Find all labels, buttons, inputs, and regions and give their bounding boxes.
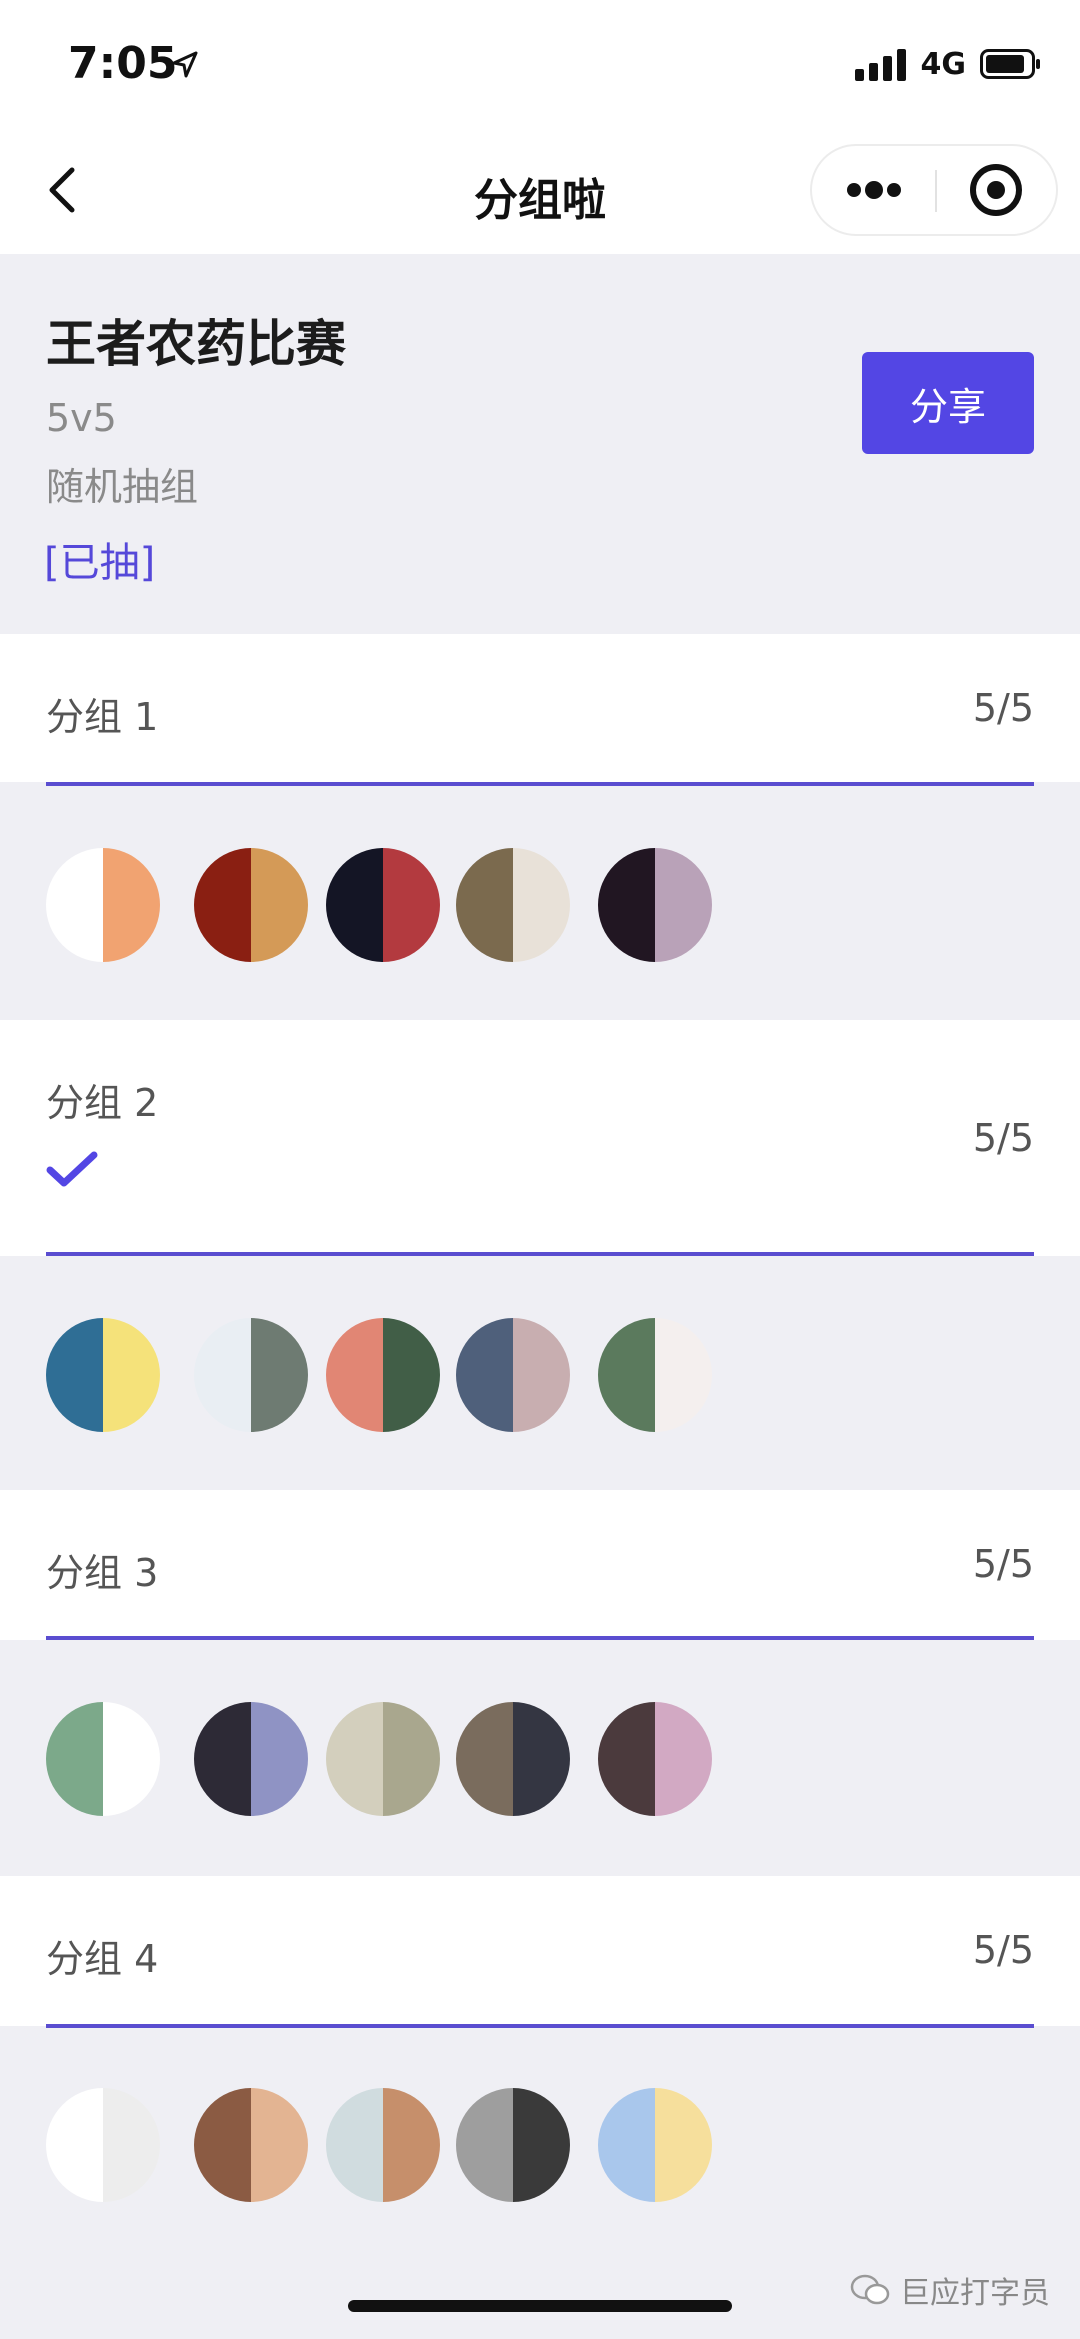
member-avatar[interactable] xyxy=(46,1702,160,1816)
member-avatar[interactable] xyxy=(456,1702,570,1816)
wechat-icon xyxy=(850,2274,890,2305)
checkmark-icon xyxy=(46,1151,98,1187)
event-method: 随机抽组 xyxy=(46,465,199,509)
nav-bar: 分组啦 xyxy=(0,130,1080,254)
battery-icon xyxy=(980,49,1040,79)
member-avatar[interactable] xyxy=(456,848,570,962)
location-arrow-icon xyxy=(172,51,198,78)
more-dots-icon xyxy=(847,181,901,199)
miniprogram-capsule xyxy=(810,144,1058,236)
group-name: 分组 2 xyxy=(46,1081,159,1125)
more-button[interactable] xyxy=(812,146,936,234)
member-avatar[interactable] xyxy=(194,848,308,962)
home-indicator xyxy=(348,2300,732,2312)
event-header: 王者农药比赛 5v5 随机抽组 [已抽] 分享 xyxy=(0,254,1080,634)
close-button[interactable] xyxy=(936,146,1058,234)
group-count: 5/5 xyxy=(972,1928,1034,1972)
group-name: 分组 4 xyxy=(46,1937,159,1981)
group-header[interactable] xyxy=(0,1020,1080,1256)
member-avatar[interactable] xyxy=(46,2088,160,2202)
group-header[interactable] xyxy=(0,634,1080,782)
share-button[interactable]: 分享 xyxy=(862,352,1034,454)
group-name: 分组 3 xyxy=(46,1551,159,1595)
watermark-text: 巨应打字员 xyxy=(900,2276,1050,2311)
network-type: 4G xyxy=(920,46,967,82)
member-avatar[interactable] xyxy=(598,848,712,962)
member-avatar[interactable] xyxy=(598,1318,712,1432)
group-header[interactable] xyxy=(0,1876,1080,2026)
member-avatar[interactable] xyxy=(194,2088,308,2202)
group-count: 5/5 xyxy=(972,686,1034,730)
member-avatar[interactable] xyxy=(456,1318,570,1432)
signal-icon xyxy=(854,47,907,81)
member-avatar[interactable] xyxy=(598,1702,712,1816)
member-avatar[interactable] xyxy=(46,1318,160,1432)
member-avatar[interactable] xyxy=(194,1318,308,1432)
event-mode: 5v5 xyxy=(46,396,117,440)
target-close-icon xyxy=(970,164,1022,216)
event-title: 王者农药比赛 xyxy=(46,315,346,373)
status-time: 7:05 xyxy=(68,38,178,89)
member-avatar[interactable] xyxy=(456,2088,570,2202)
member-avatar[interactable] xyxy=(326,2088,440,2202)
group-count: 5/5 xyxy=(972,1542,1034,1586)
member-avatar[interactable] xyxy=(194,1702,308,1816)
status-bar: 7:05 4G xyxy=(0,0,1080,130)
group-count: 5/5 xyxy=(972,1116,1034,1160)
member-avatar[interactable] xyxy=(326,848,440,962)
watermark: 巨应打字员 xyxy=(850,2268,1050,2312)
draw-status: [已抽] xyxy=(44,540,156,586)
member-avatar[interactable] xyxy=(46,848,160,962)
member-avatar[interactable] xyxy=(326,1318,440,1432)
member-avatar[interactable] xyxy=(326,1702,440,1816)
member-avatar[interactable] xyxy=(598,2088,712,2202)
group-name: 分组 1 xyxy=(46,695,159,739)
group-header[interactable] xyxy=(0,1490,1080,1640)
